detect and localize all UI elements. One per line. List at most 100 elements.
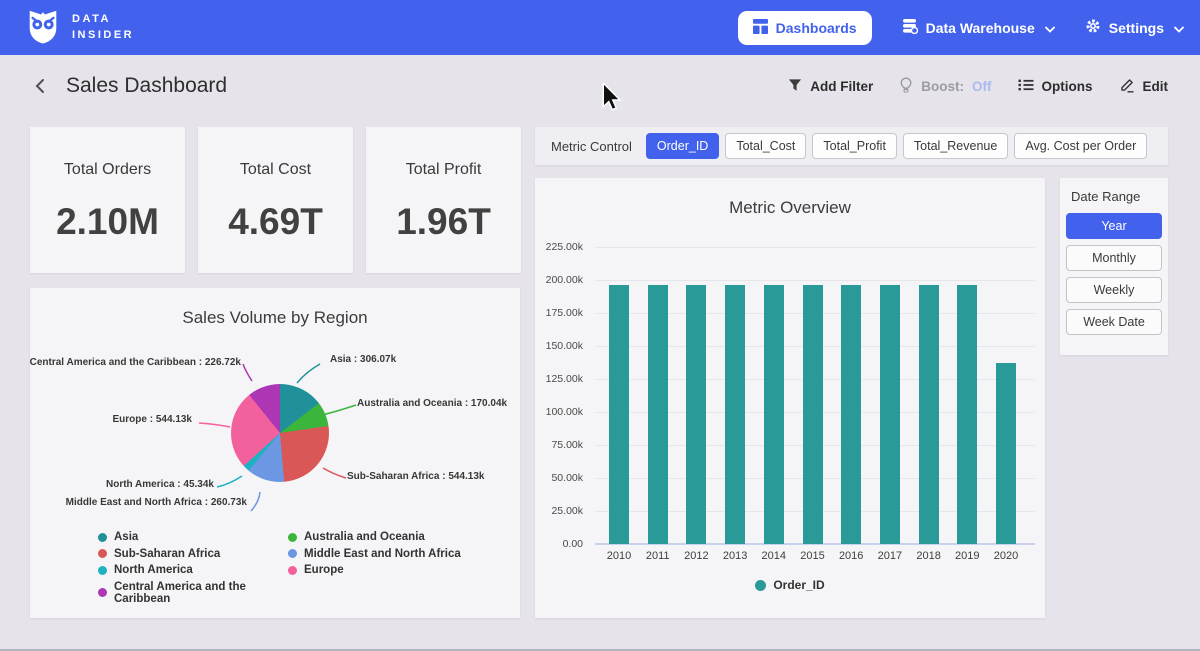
gear-icon bbox=[1085, 18, 1101, 37]
pie-legend-item-north-america[interactable]: North America bbox=[98, 564, 288, 576]
y-tick-label: 0.00 bbox=[535, 538, 583, 550]
x-tick-label: 2016 bbox=[831, 550, 871, 562]
date-range-option-monthly[interactable]: Monthly bbox=[1066, 245, 1162, 271]
bar-2011[interactable] bbox=[648, 285, 668, 544]
bar-2016[interactable] bbox=[841, 285, 861, 545]
legend-label: Australia and Oceania bbox=[304, 531, 425, 543]
bar-2019[interactable] bbox=[957, 285, 977, 544]
pie-label-australia-oceania: Australia and Oceania : 170.04k bbox=[357, 398, 507, 409]
legend-dot bbox=[288, 566, 297, 575]
nav-settings-label: Settings bbox=[1109, 20, 1164, 36]
date-range-panel: Date Range YearMonthlyWeeklyWeek Date bbox=[1060, 178, 1168, 355]
legend-dot bbox=[98, 588, 107, 597]
legend-dot bbox=[98, 533, 107, 542]
nav-settings[interactable]: Settings bbox=[1085, 18, 1184, 37]
legend-label: North America bbox=[114, 564, 193, 576]
gridline bbox=[595, 247, 1035, 248]
edit-label: Edit bbox=[1143, 79, 1169, 94]
kpi-card: Total Profit 1.96T bbox=[366, 127, 521, 273]
pie-legend-col-1: Asia Sub-Saharan Africa North America Centr… bbox=[98, 531, 288, 605]
date-range-option-week-date[interactable]: Week Date bbox=[1066, 309, 1162, 335]
bar-legend-label: Order_ID bbox=[773, 578, 824, 592]
add-filter-label: Add Filter bbox=[810, 79, 873, 94]
pie-label-north-america: North America : 45.34k bbox=[106, 479, 214, 490]
owl-logo-icon bbox=[24, 6, 62, 49]
bar-plot bbox=[595, 247, 1035, 544]
legend-dot bbox=[98, 549, 107, 558]
pie-legend-item-central-america-and-the-caribbean[interactable]: Central America and the Caribbean bbox=[98, 581, 288, 605]
boost-toggle[interactable]: Boost: Off bbox=[899, 77, 991, 96]
bar-2018[interactable] bbox=[919, 285, 939, 544]
pie-legend-col-2: Australia and Oceania Middle East and Nor… bbox=[288, 531, 461, 605]
metric-control-bar: Metric Control Order_IDTotal_CostTotal_P… bbox=[535, 127, 1168, 165]
kpi-card: Total Cost4.69T bbox=[198, 127, 353, 273]
page-title: Sales Dashboard bbox=[66, 74, 227, 98]
nav-data-warehouse-label: Data Warehouse bbox=[926, 20, 1035, 36]
y-tick-label: 200.00k bbox=[535, 274, 583, 286]
kpi-card: Total Orders2.10M bbox=[30, 127, 185, 273]
x-tick-label: 2019 bbox=[947, 550, 987, 562]
bar-chart-title: Metric Overview bbox=[535, 198, 1045, 218]
metric-option-total-profit[interactable]: Total_Profit bbox=[812, 133, 897, 159]
back-button[interactable] bbox=[32, 77, 48, 95]
legend-dot bbox=[98, 566, 107, 575]
bar-2013[interactable] bbox=[725, 285, 745, 544]
balloon-icon bbox=[899, 77, 913, 96]
y-tick-label: 150.00k bbox=[535, 340, 583, 352]
chevron-down-icon bbox=[1174, 20, 1184, 36]
date-range-option-year[interactable]: Year bbox=[1066, 213, 1162, 239]
bar-2014[interactable] bbox=[764, 285, 784, 544]
bar-2017[interactable] bbox=[880, 285, 900, 544]
kpi-row: Total Orders2.10MTotal Cost4.69TTotal Pr… bbox=[30, 127, 521, 273]
metric-option-total-revenue[interactable]: Total_Revenue bbox=[903, 133, 1008, 159]
pie-legend-item-middle-east-and-north-africa[interactable]: Middle East and North Africa bbox=[288, 548, 461, 560]
kpi-label: Total Profit bbox=[406, 161, 482, 179]
top-navbar: DATA INSIDER Dashboards bbox=[0, 0, 1200, 55]
pie-legend-item-asia[interactable]: Asia bbox=[98, 531, 288, 543]
bar-2020[interactable] bbox=[996, 363, 1016, 544]
nav-dashboards-button[interactable]: Dashboards bbox=[738, 11, 872, 45]
add-filter-button[interactable]: Add Filter bbox=[788, 78, 873, 95]
gridline bbox=[595, 280, 1035, 281]
bar-2012[interactable] bbox=[686, 285, 706, 545]
date-range-option-weekly[interactable]: Weekly bbox=[1066, 277, 1162, 303]
legend-label: Middle East and North Africa bbox=[304, 548, 461, 560]
brand-logo[interactable]: DATA INSIDER bbox=[24, 6, 134, 49]
nav-dashboards-label: Dashboards bbox=[776, 20, 857, 36]
pie-legend-item-australia-and-oceania[interactable]: Australia and Oceania bbox=[288, 531, 461, 543]
pie-label-central-america-caribbean: Central America and the Caribbean : 226.… bbox=[30, 357, 241, 368]
pie-legend-item-sub-saharan-africa[interactable]: Sub-Saharan Africa bbox=[98, 548, 288, 560]
pie-label-asia: Asia : 306.07k bbox=[330, 354, 396, 365]
edit-button[interactable]: Edit bbox=[1119, 77, 1169, 96]
options-button[interactable]: Options bbox=[1018, 78, 1093, 95]
legend-label: Sub-Saharan Africa bbox=[114, 548, 220, 560]
nav-data-warehouse[interactable]: Data Warehouse bbox=[902, 18, 1055, 37]
metric-option-avg-cost-per-order[interactable]: Avg. Cost per Order bbox=[1014, 133, 1147, 159]
bar-x-labels: 2010201120122013201420152016201720182019… bbox=[595, 550, 1035, 566]
metric-option-total-cost[interactable]: Total_Cost bbox=[725, 133, 806, 159]
x-tick-label: 2011 bbox=[638, 550, 678, 562]
pie-legend-item-europe[interactable]: Europe bbox=[288, 564, 461, 576]
sales-volume-panel: Sales Volume by Region Asia : 306.07k Au… bbox=[30, 288, 520, 618]
legend-label: Asia bbox=[114, 531, 138, 543]
brand-text: DATA INSIDER bbox=[72, 12, 134, 44]
bar-legend-item[interactable]: Order_ID bbox=[535, 578, 1045, 592]
x-tick-label: 2017 bbox=[870, 550, 910, 562]
database-icon bbox=[902, 18, 918, 37]
y-tick-label: 100.00k bbox=[535, 406, 583, 418]
y-tick-label: 225.00k bbox=[535, 241, 583, 253]
metric-option-order-id[interactable]: Order_ID bbox=[646, 133, 719, 159]
legend-label: Central America and the Caribbean bbox=[114, 581, 288, 605]
chevron-down-icon bbox=[1045, 20, 1055, 36]
x-tick-label: 2013 bbox=[715, 550, 755, 562]
bar-2010[interactable] bbox=[609, 285, 629, 544]
list-icon bbox=[1018, 78, 1034, 95]
bar-2015[interactable] bbox=[803, 285, 823, 544]
pie-label-middle-east-north-africa: Middle East and North Africa : 260.73k bbox=[66, 497, 247, 508]
metric-overview-panel: Metric Overview 0.0025.00k50.00k75.00k10… bbox=[535, 178, 1045, 618]
legend-dot bbox=[288, 549, 297, 558]
mouse-cursor bbox=[600, 83, 624, 118]
kpi-value: 1.96T bbox=[396, 201, 491, 243]
x-tick-label: 2015 bbox=[793, 550, 833, 562]
x-tick-label: 2014 bbox=[754, 550, 794, 562]
